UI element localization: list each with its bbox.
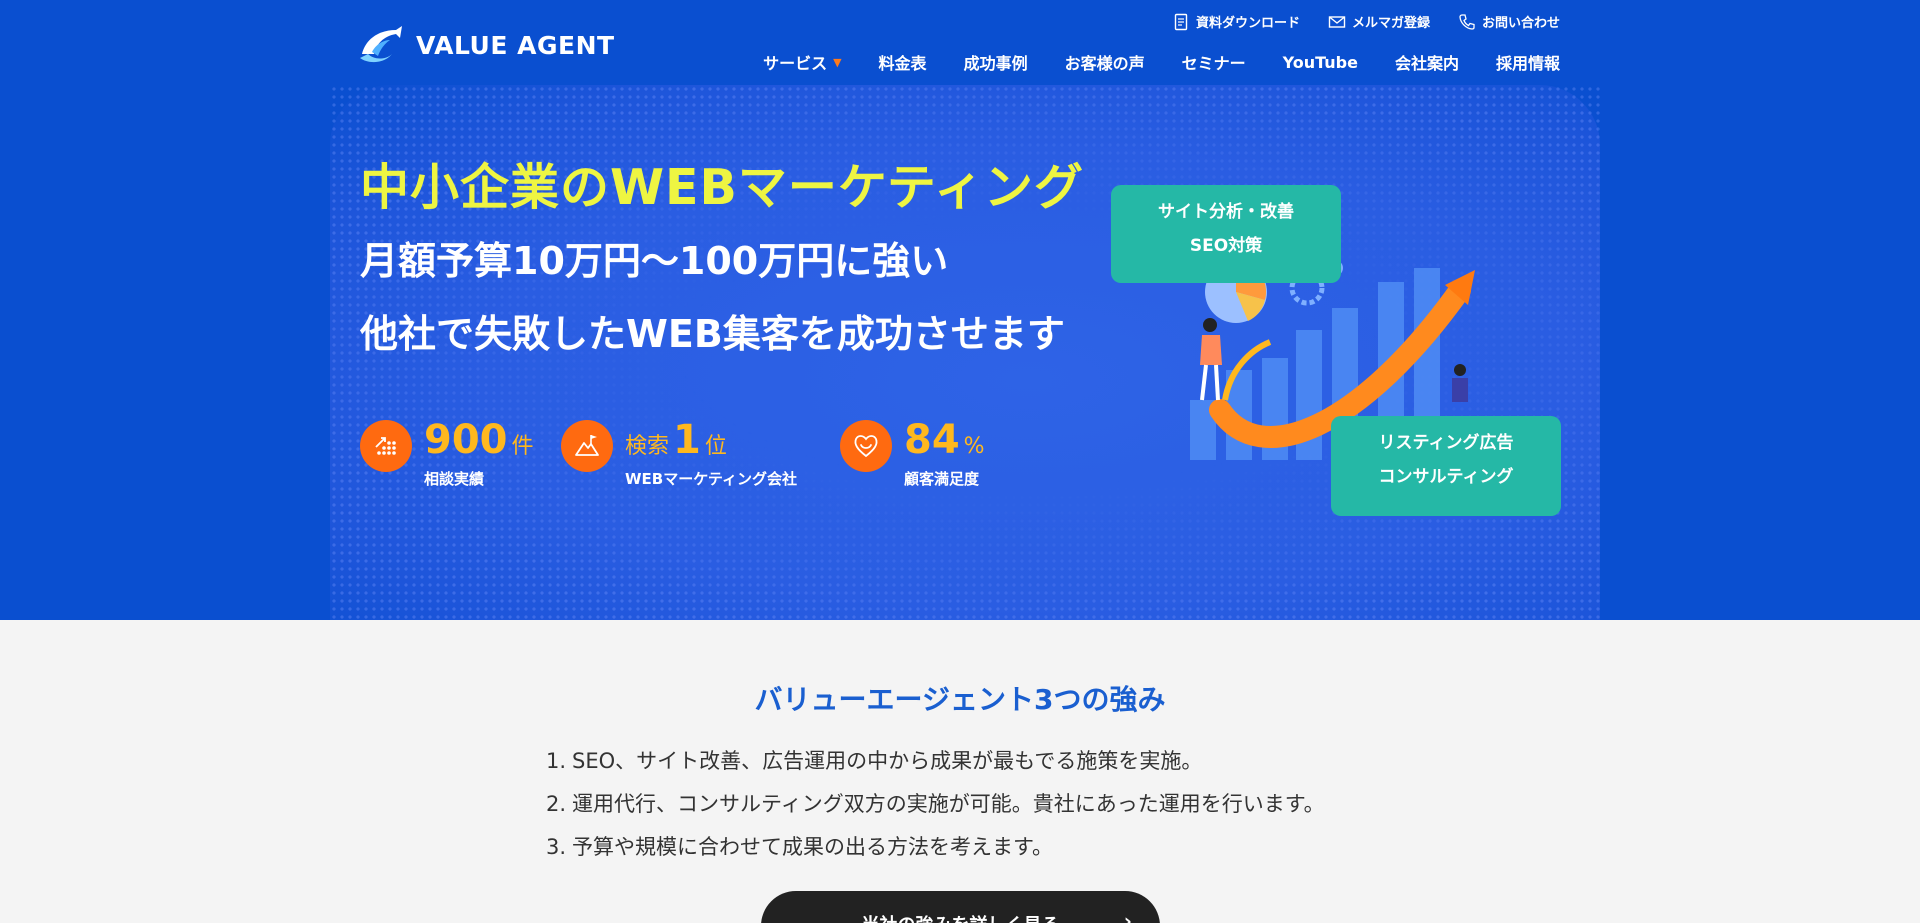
tag-line: サイト分析・改善 — [1158, 202, 1294, 222]
tag-line: SEO対策 — [1189, 236, 1263, 256]
nav-item-label: 料金表 — [878, 54, 927, 73]
list-text: SEO、サイト改善、広告運用の中から成果が最もでる施策を実施。 — [572, 749, 1203, 773]
hero-headline: 中小企業のWEBマーケティング — [360, 159, 1084, 216]
stat-unit: 件 — [511, 434, 534, 459]
logo-icon — [360, 26, 402, 63]
stat-unit: 位 — [704, 434, 727, 459]
chevron-down-icon: ▼ — [833, 55, 842, 69]
stat-value: 1 — [673, 417, 701, 463]
list-number: 3. — [546, 835, 567, 859]
mail-icon — [1328, 15, 1346, 28]
site-logo[interactable]: VALUE AGENT — [358, 24, 615, 66]
nav-item-label: セミナー — [1181, 54, 1246, 73]
list-item: 2. 運用代行、コンサルティング双方の実施が可能。貴社にあった運用を行います。 — [546, 783, 1325, 826]
hero-section: VALUE AGENT 資料ダウンロード メルマガ登録 お問い合わせ サービス … — [0, 0, 1920, 620]
newsletter-label: メルマガ登録 — [1351, 16, 1430, 31]
chart-dots-icon — [360, 420, 412, 472]
newsletter-link[interactable]: メルマガ登録 — [1328, 12, 1430, 31]
contact-label: お問い合わせ — [1481, 16, 1560, 31]
nav-item-label: 採用情報 — [1495, 54, 1560, 73]
tag-line: リスティング広告 — [1378, 433, 1514, 453]
service-tag-seo: サイト分析・改善 SEO対策 — [1111, 185, 1341, 283]
mountain-flag-icon — [561, 420, 613, 472]
document-icon — [1174, 13, 1188, 30]
person-figure — [1452, 364, 1468, 402]
document-download-link[interactable]: 資料ダウンロード — [1172, 12, 1300, 31]
list-item: 1. SEO、サイト改善、広告運用の中から成果が最もでる施策を実施。 — [546, 740, 1325, 783]
stat-consultations: 900 件 相談実績 — [360, 420, 534, 489]
service-tag-listing: リスティング広告 コンサルティング — [1331, 416, 1561, 516]
tag-line: コンサルティング — [1378, 467, 1514, 487]
cta-label: 当社の強みを詳しく見る — [862, 915, 1060, 923]
stat-label: 顧客満足度 — [904, 470, 980, 488]
nav-item-youtube[interactable]: YouTube — [1283, 50, 1358, 74]
stat-label: WEBマーケティング会社 — [625, 470, 798, 488]
document-download-label: 資料ダウンロード — [1195, 16, 1300, 31]
nav-item-label: 成功事例 — [963, 54, 1028, 73]
stat-value: 900 — [424, 417, 508, 463]
list-number: 2. — [546, 792, 567, 816]
smile-heart-icon — [840, 420, 892, 472]
main-nav: サービス ▼ 料金表 成功事例 お客様の声 セミナー YouTube 会社案内 … — [763, 50, 1560, 74]
utility-nav: 資料ダウンロード メルマガ登録 お問い合わせ — [1172, 12, 1560, 31]
stat-unit: % — [963, 434, 985, 459]
nav-item-testimonials[interactable]: お客様の声 — [1065, 50, 1145, 74]
stat-satisfaction: 84% 顧客満足度 — [840, 420, 985, 489]
stat-value: 84 — [904, 417, 960, 463]
list-text: 運用代行、コンサルティング双方の実施が可能。貴社にあった運用を行います。 — [572, 792, 1325, 816]
nav-item-label: サービス — [763, 54, 828, 73]
strengths-detail-button[interactable]: 当社の強みを詳しく見る › — [761, 891, 1160, 923]
logo-text: VALUE AGENT — [416, 30, 615, 60]
list-text: 予算や規模に合わせて成果の出る方法を考えます。 — [572, 835, 1053, 859]
stat-label: 相談実績 — [424, 470, 485, 488]
stat-search-rank: 検索 1 位 WEBマーケティング会社 — [561, 420, 797, 489]
nav-item-label: 会社案内 — [1394, 54, 1459, 73]
nav-item-label: お客様の声 — [1064, 54, 1145, 73]
hero-subheadline: 月額予算10万円～100万円に強い — [360, 239, 949, 283]
nav-item-pricing[interactable]: 料金表 — [879, 50, 927, 74]
nav-item-company[interactable]: 会社案内 — [1395, 50, 1459, 74]
stat-prefix: 検索 — [625, 434, 670, 459]
list-number: 1. — [546, 749, 567, 773]
contact-link[interactable]: お問い合わせ — [1458, 12, 1560, 31]
hero-tagline: 他社で失敗したWEB集客を成功させます — [360, 312, 1065, 356]
chevron-right-icon: › — [1123, 909, 1132, 923]
nav-item-case-studies[interactable]: 成功事例 — [964, 50, 1028, 74]
nav-item-label: YouTube — [1282, 52, 1358, 72]
phone-icon — [1459, 13, 1475, 30]
strengths-list: 1. SEO、サイト改善、広告運用の中から成果が最もでる施策を実施。 2. 運用代行… — [546, 740, 1325, 869]
nav-item-seminars[interactable]: セミナー — [1182, 50, 1246, 74]
strengths-title: バリューエージェント3つの強み — [754, 683, 1166, 716]
list-item: 3. 予算や規模に合わせて成果の出る方法を考えます。 — [546, 826, 1325, 869]
nav-item-services[interactable]: サービス ▼ — [763, 50, 841, 74]
nav-item-recruit[interactable]: 採用情報 — [1496, 50, 1560, 74]
person-figure — [1200, 318, 1222, 401]
